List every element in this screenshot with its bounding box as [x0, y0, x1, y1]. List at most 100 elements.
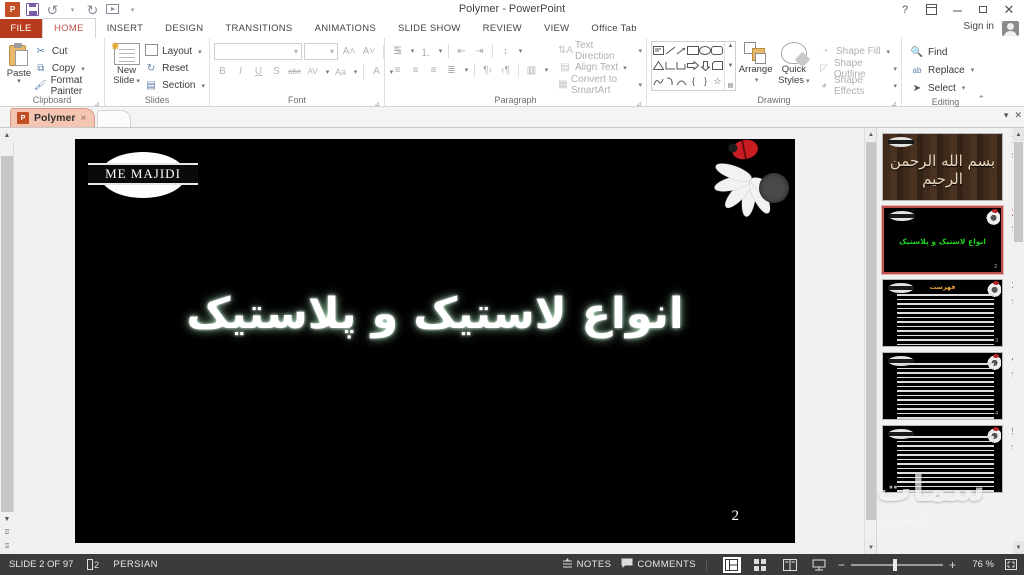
align-center-button[interactable]: ≡ — [407, 62, 424, 78]
layout-dropdown-icon[interactable]: ▾ — [198, 48, 202, 56]
restore-icon[interactable] — [970, 0, 996, 19]
zoom-in-button[interactable]: + — [949, 559, 956, 571]
thumbnail-slide-4[interactable]: 4 — [882, 352, 1003, 420]
layout-button[interactable]: Layout ▾ — [144, 44, 205, 59]
align-dropdown-icon[interactable]: ▾ — [461, 62, 470, 78]
thumbs-scrollbar-thumb[interactable] — [1014, 142, 1023, 242]
canvas-vertical-scrollbar[interactable]: ▲ ▼ — [864, 128, 877, 554]
convert-to-smartart-button[interactable]: ▦ Convert to SmartArt ▾ — [558, 74, 642, 96]
tab-transitions[interactable]: TRANSITIONS — [214, 19, 303, 38]
columns-dropdown-icon[interactable]: ▾ — [541, 62, 550, 78]
drawing-dialog-launcher-icon[interactable]: ⊿ — [890, 98, 898, 108]
paragraph-dialog-launcher-icon[interactable]: ⊿ — [635, 98, 643, 108]
shape-effects-button[interactable]: ◕ Shape Effects ▾ — [818, 75, 897, 97]
slide-title-text[interactable]: انواع لاستیک و پلاستیک — [75, 289, 795, 339]
shape-rounded-rectangle-icon[interactable] — [711, 43, 724, 58]
thumbnail-slide-1[interactable]: بسم الله الرحمن الرحیم — [882, 133, 1003, 201]
bullets-dropdown-icon[interactable]: ▾ — [407, 43, 416, 59]
clipboard-dialog-launcher-icon[interactable]: ⊿ — [93, 98, 101, 108]
shape-elbow-connector-icon[interactable] — [664, 58, 675, 73]
format-painter-button[interactable]: 🖌 Format Painter — [34, 75, 100, 97]
tab-view[interactable]: VIEW — [533, 19, 580, 38]
thumbnail-item-5[interactable]: 5 ★ — [877, 420, 1024, 493]
shape-textbox-icon[interactable] — [653, 43, 665, 58]
fit-to-window-button[interactable] — [1004, 558, 1018, 572]
bullets-button[interactable]: ☰ — [389, 43, 406, 59]
shape-freeform-icon[interactable] — [653, 74, 664, 89]
view-slide-sorter-button[interactable] — [752, 557, 770, 573]
shape-effects-dropdown-icon[interactable]: ▾ — [893, 82, 897, 90]
bold-button[interactable]: B — [214, 63, 231, 80]
shape-arrow-down-icon[interactable] — [699, 58, 711, 73]
find-button[interactable]: 🔍 Find — [910, 44, 974, 60]
font-name-input[interactable]: ▾ — [214, 43, 302, 60]
tab-insert[interactable]: INSERT — [96, 19, 154, 38]
tab-office-tab[interactable]: Office Tab — [580, 19, 647, 38]
office-tab-close-all-icon[interactable]: ✕ — [1014, 110, 1022, 121]
character-spacing-dropdown-icon[interactable]: ▾ — [322, 63, 331, 80]
tab-review[interactable]: REVIEW — [472, 19, 533, 38]
smartart-dropdown-icon[interactable]: ▾ — [638, 81, 642, 89]
strikethrough-button[interactable]: abc — [286, 63, 303, 80]
shape-elbow-arrow-connector-icon[interactable] — [676, 58, 687, 73]
zoom-slider-handle[interactable] — [892, 558, 897, 571]
columns-button[interactable]: ▥ — [523, 62, 540, 78]
thumbnail-slide-2[interactable]: انواع لاستیک و پلاستیک 2 — [881, 205, 1004, 275]
replace-button[interactable]: ab Replace ▾ — [910, 62, 975, 78]
shape-arc-icon[interactable] — [676, 74, 687, 89]
office-tab-menu-icon[interactable]: ▾ — [1004, 110, 1009, 121]
section-dropdown-icon[interactable]: ▾ — [201, 82, 205, 90]
collapse-ribbon-icon[interactable]: ⌃ — [977, 94, 985, 105]
view-normal-button[interactable] — [722, 556, 741, 573]
shape-curve-icon[interactable] — [664, 74, 675, 89]
text-direction-button[interactable]: ⇅A Text Direction ▾ — [558, 40, 642, 62]
increase-font-size-icon[interactable]: A˄ — [340, 43, 358, 60]
shape-left-brace-icon[interactable]: { — [687, 74, 699, 89]
next-slide-icon[interactable]: ⍗ — [0, 540, 14, 554]
align-left-button[interactable]: ≡ — [389, 62, 406, 78]
paste-button[interactable]: Paste ▾ — [4, 41, 34, 85]
line-spacing-dropdown-icon[interactable]: ▾ — [515, 43, 524, 59]
ltr-direction-button[interactable]: ¶› — [479, 62, 496, 78]
text-shadow-button[interactable]: S — [268, 63, 285, 80]
change-case-button[interactable]: Aa — [332, 63, 349, 80]
ribbon-display-options-icon[interactable] — [918, 0, 944, 19]
replace-dropdown-icon[interactable]: ▾ — [971, 66, 975, 74]
select-dropdown-icon[interactable]: ▾ — [962, 84, 966, 92]
thumbnail-slide-5[interactable] — [882, 425, 1003, 493]
thumbnail-item-3[interactable]: فهرست 3 3 ★ — [877, 274, 1024, 347]
tab-animations[interactable]: ANIMATIONS — [304, 19, 387, 38]
thumbnail-item-1[interactable]: بسم الله الرحمن الرحیم 1 ★ — [877, 128, 1024, 201]
canvas-scrollbar-thumb[interactable] — [866, 142, 876, 520]
thumbs-scroll-down-icon[interactable]: ▼ — [1013, 541, 1024, 554]
view-slideshow-button[interactable] — [810, 557, 828, 573]
slide-indicator[interactable]: SLIDE 2 OF 97 — [9, 559, 73, 570]
zoom-control[interactable]: − + — [838, 558, 956, 571]
shapes-gallery[interactable]: { } ☆ ▲ ▼ ▤ — [651, 41, 737, 91]
slide-thumbnail-panel[interactable]: بسم الله الرحمن الرحیم 1 ★ انواع لاستیک … — [876, 128, 1024, 554]
tab-home[interactable]: HOME — [42, 18, 96, 38]
italic-button[interactable]: I — [232, 63, 249, 80]
paste-dropdown-icon[interactable]: ▾ — [17, 78, 21, 85]
font-color-button[interactable]: A — [368, 63, 385, 80]
line-spacing-button[interactable]: ↕ — [497, 43, 514, 59]
thumbnail-panel-scrollbar[interactable]: ▲ ▼ — [1013, 128, 1024, 554]
cut-button[interactable]: ✂ Cut — [34, 44, 100, 59]
shape-arrow-icon[interactable] — [676, 43, 687, 58]
slide-editing-surface[interactable]: ME MAJIDI انواع لاستیک و پلاستیک 2 — [75, 139, 795, 543]
decrease-indent-button[interactable]: ⇤ — [453, 43, 470, 59]
office-tab-polymer[interactable]: P Polymer × — [10, 108, 96, 127]
arrange-dropdown-icon[interactable]: ▾ — [755, 75, 759, 86]
sign-in-button[interactable]: Sign in — [963, 21, 994, 32]
thumbnail-item-2[interactable]: انواع لاستیک و پلاستیک 2 2 ★ — [877, 201, 1024, 275]
slide-canvas[interactable]: ME MAJIDI انواع لاستیک و پلاستیک 2 ▲ ▼ — [14, 128, 877, 554]
thumbnail-slide-3[interactable]: فهرست 3 — [882, 279, 1003, 347]
close-icon[interactable]: ✕ — [996, 0, 1022, 19]
comments-button[interactable]: COMMENTS — [621, 558, 696, 572]
tab-slide-show[interactable]: SLIDE SHOW — [387, 19, 472, 38]
tab-file[interactable]: FILE — [0, 19, 42, 38]
office-tab-close-icon[interactable]: × — [80, 113, 86, 124]
view-reading-button[interactable] — [781, 557, 799, 573]
text-direction-dropdown-icon[interactable]: ▾ — [638, 47, 642, 55]
office-tab-new-button[interactable] — [97, 110, 132, 127]
